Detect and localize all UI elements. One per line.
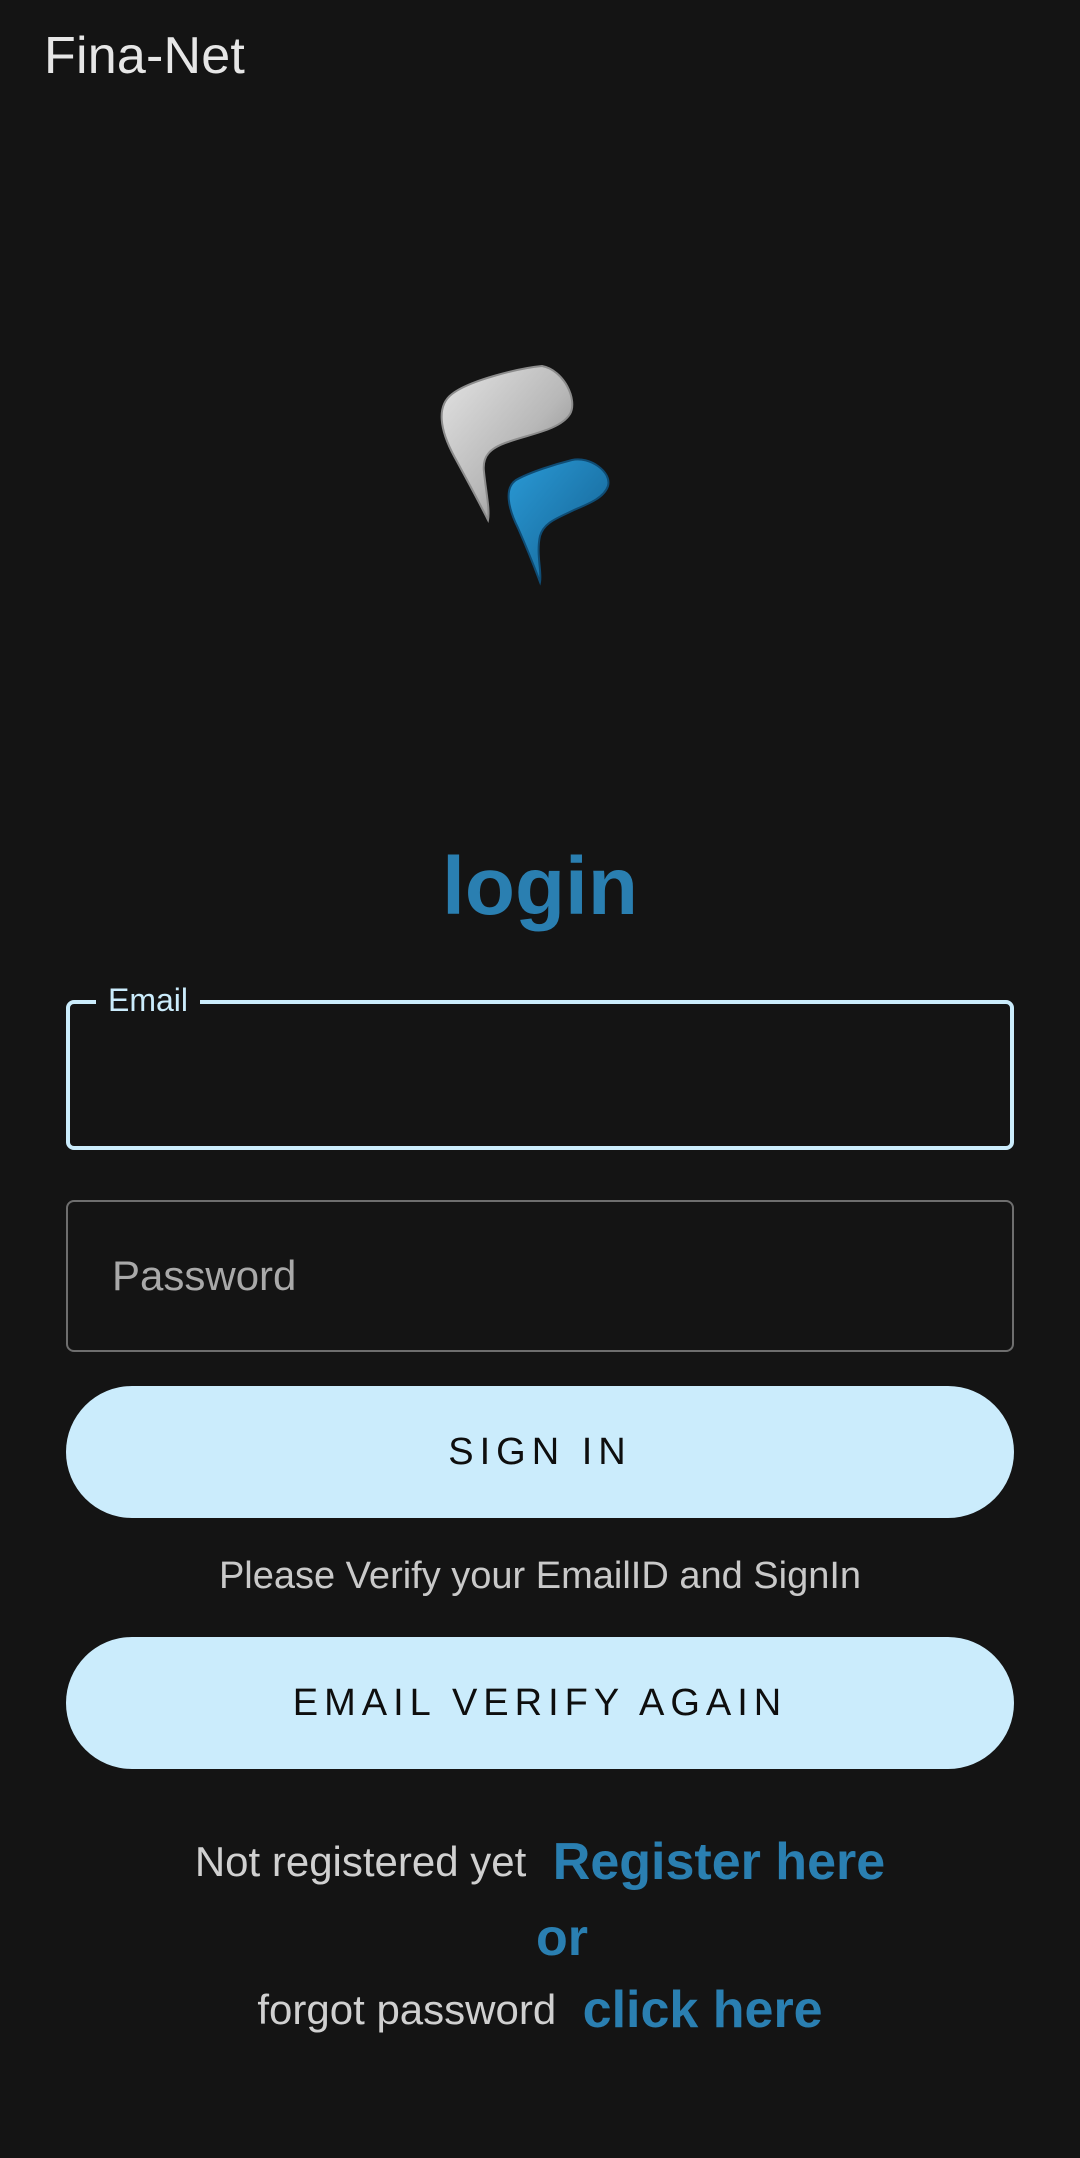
forgot-password-row: forgot password click here: [0, 1980, 1080, 2040]
login-screen: Fina-Net login Email SIGN IN Please Veri…: [0, 0, 1080, 2158]
fina-net-logo-icon: [430, 360, 630, 600]
register-prompt: Not registered yet: [194, 1838, 527, 1885]
login-heading: login: [442, 841, 638, 932]
password-input[interactable]: [110, 1202, 992, 1350]
email-input[interactable]: [112, 1004, 990, 1146]
forgot-password-prompt: forgot password: [257, 1986, 557, 2033]
register-link[interactable]: Register here: [553, 1833, 885, 1891]
app-bar: Fina-Net: [0, 0, 1080, 118]
verify-email-message: Please Verify your EmailID and SignIn: [218, 1555, 862, 1597]
email-verify-again-button[interactable]: EMAIL VERIFY AGAIN: [66, 1637, 1014, 1769]
email-field[interactable]: Email: [66, 980, 1014, 1150]
sign-in-button[interactable]: SIGN IN: [66, 1386, 1014, 1518]
password-field[interactable]: [66, 1200, 1014, 1352]
app-title: Fina-Net: [44, 27, 245, 85]
or-text: or: [536, 1909, 588, 1967]
forgot-password-link[interactable]: click here: [583, 1981, 823, 2039]
register-row: Not registered yet Register here: [0, 1832, 1080, 1892]
or-row: or: [0, 1908, 1080, 1968]
